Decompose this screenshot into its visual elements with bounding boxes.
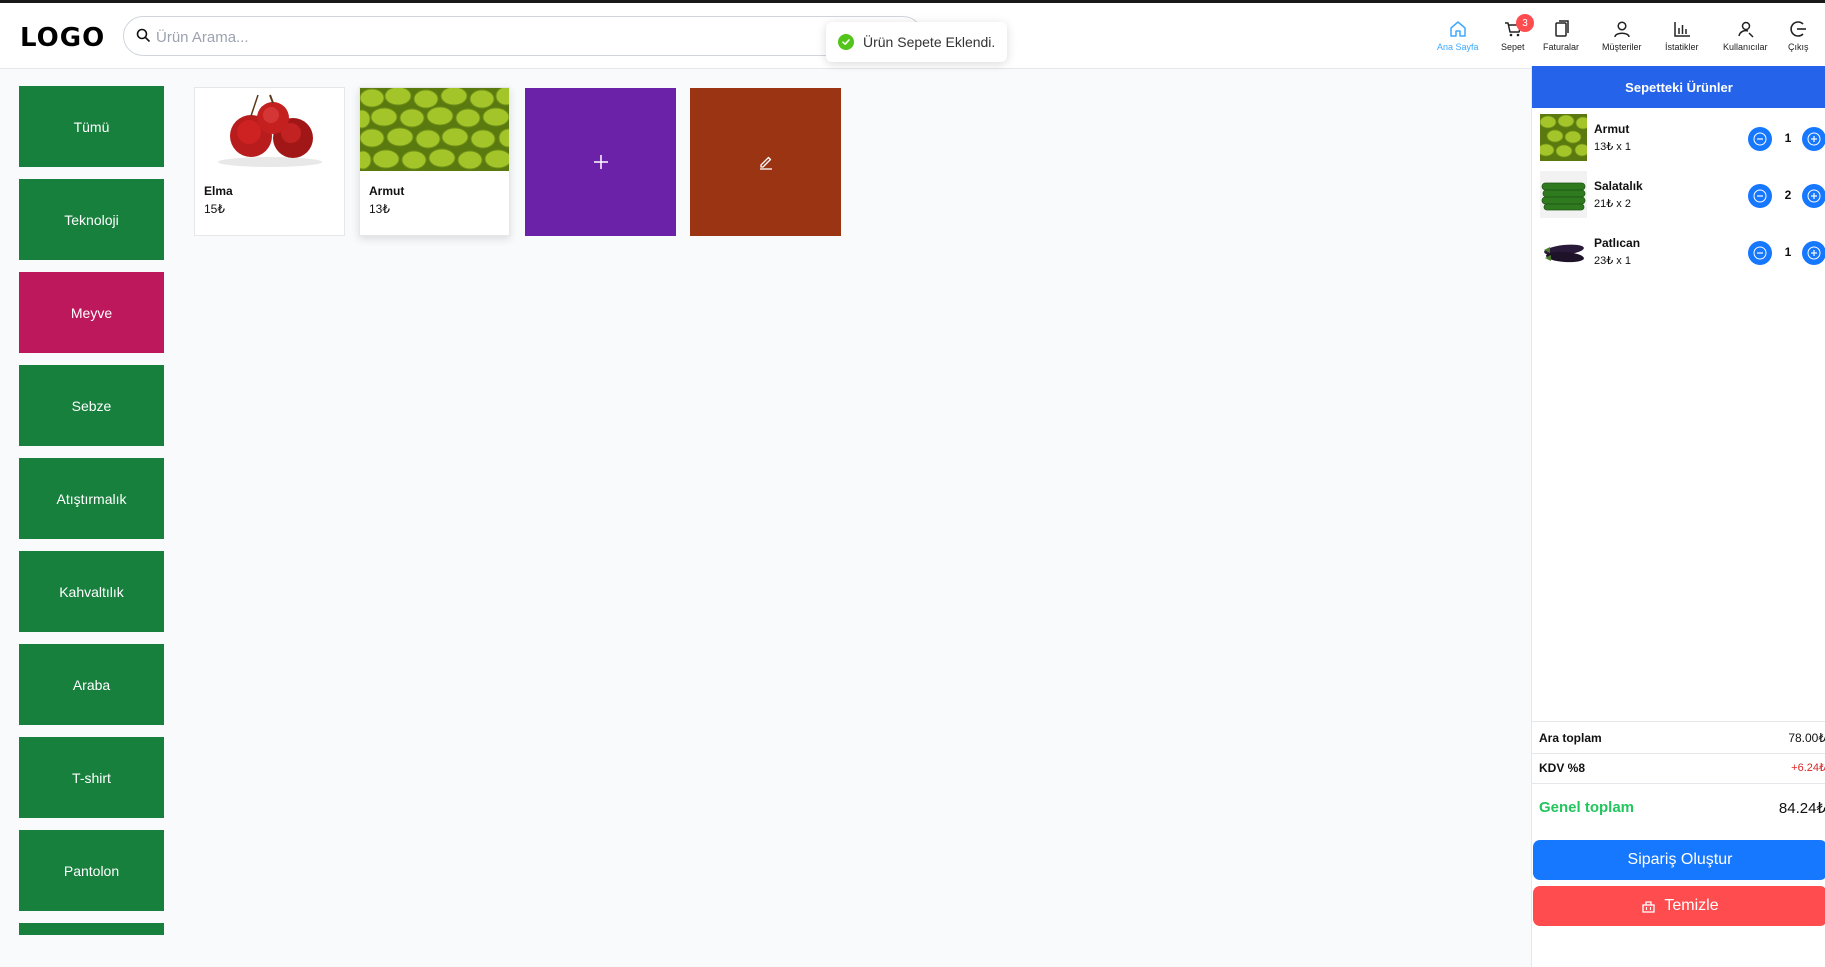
stats-icon <box>1674 22 1690 37</box>
grand-total-value: 84.24₺ <box>1778 800 1825 817</box>
nav-users[interactable]: Kullanıcılar <box>1723 19 1768 59</box>
subtotal-row: Ara toplam 78.00₺ <box>1532 723 1825 753</box>
minus-circle-icon <box>1753 189 1767 203</box>
nav-home-label: Ana Sayfa <box>1437 42 1479 52</box>
category-vegetable[interactable]: Sebze <box>19 365 164 446</box>
cart-item: Salatalık 21₺ x 2 2 <box>1532 171 1825 226</box>
product-price: 15₺ <box>204 202 225 216</box>
plus-circle-icon <box>1807 246 1821 260</box>
cart-item-image <box>1540 171 1587 218</box>
check-circle-icon <box>838 34 854 50</box>
nav-logout[interactable]: Çıkış <box>1788 19 1809 59</box>
cart-title: Sepetteki Ürünler <box>1532 66 1825 108</box>
cart-item-image <box>1540 228 1587 275</box>
search-input[interactable] <box>156 25 896 49</box>
user-icon <box>1614 21 1630 38</box>
app-window: LOGO Ürün Sepete Eklendi. Ana Sayfa 3 Se… <box>0 3 1825 967</box>
create-order-button[interactable]: Sipariş Oluştur <box>1533 840 1825 880</box>
clear-cart-label: Temizle <box>1664 897 1719 914</box>
nav-logout-label: Çıkış <box>1788 42 1809 52</box>
nav-invoices[interactable]: Faturalar <box>1543 19 1579 59</box>
nav-customers-label: Müşteriler <box>1602 42 1642 52</box>
plus-circle-icon <box>1807 132 1821 146</box>
nav-cart-label: Sepet <box>1501 42 1525 52</box>
grand-total-label: Genel toplam <box>1539 799 1635 816</box>
product-name: Armut <box>369 184 405 198</box>
cart-item-price: 23₺ x 1 <box>1594 255 1631 267</box>
edit-products-tile[interactable] <box>690 88 841 236</box>
plus-icon <box>593 155 608 169</box>
users-icon <box>1738 21 1754 38</box>
cart-item-name: Salatalık <box>1594 179 1643 193</box>
product-card[interactable]: Elma 15₺ <box>194 87 345 236</box>
category-pants[interactable]: Pantolon <box>19 830 164 911</box>
cart-item-name: Patlıcan <box>1594 236 1641 250</box>
category-list: Tümü Teknoloji Meyve Sebze Atıştırmalık … <box>19 86 164 947</box>
cart-item-name: Armut <box>1594 122 1630 136</box>
increase-qty-button[interactable] <box>1802 184 1825 208</box>
nav-cart[interactable]: 3 Sepet <box>1501 14 1534 59</box>
edit-icon <box>759 156 772 170</box>
nav-home[interactable]: Ana Sayfa <box>1437 19 1479 59</box>
nav-users-label: Kullanıcılar <box>1723 42 1768 52</box>
subtotal-value: 78.00₺ <box>1788 731 1825 745</box>
home-icon <box>1450 21 1466 37</box>
cart-item-price: 13₺ x 1 <box>1594 141 1631 153</box>
tax-row: KDV %8 +6.24₺ <box>1532 753 1825 783</box>
plus-circle-icon <box>1807 189 1821 203</box>
product-image-pears <box>360 88 509 171</box>
logout-icon <box>1790 21 1807 37</box>
cart-item-qty: 1 <box>1784 131 1792 145</box>
category-breakfast[interactable]: Kahvaltılık <box>19 551 164 632</box>
minus-circle-icon <box>1753 132 1767 146</box>
subtotal-label: Ara toplam <box>1539 731 1602 745</box>
category-technology[interactable]: Teknoloji <box>19 179 164 260</box>
product-card[interactable]: Armut 13₺ <box>359 87 510 236</box>
decrease-qty-button[interactable] <box>1748 241 1772 265</box>
grand-total-row: Genel toplam 84.24₺ <box>1532 793 1825 823</box>
cart-item-qty: 1 <box>1784 245 1792 259</box>
cart-item-price: 21₺ x 2 <box>1594 198 1631 210</box>
category-car[interactable]: Araba <box>19 644 164 725</box>
divider <box>1532 721 1825 722</box>
clear-cart-button[interactable]: Temizle <box>1533 886 1825 926</box>
product-price: 13₺ <box>369 202 390 216</box>
category-fruit[interactable]: Meyve <box>19 272 164 353</box>
category-more[interactable] <box>19 923 164 935</box>
decrease-qty-button[interactable] <box>1748 184 1772 208</box>
nav-customers[interactable]: Müşteriler <box>1602 19 1642 59</box>
nav-invoices-label: Faturalar <box>1543 42 1580 52</box>
divider <box>1532 783 1825 784</box>
tax-value: +6.24₺ <box>1791 762 1825 774</box>
cart-count-badge: 3 <box>1516 14 1534 32</box>
clear-icon <box>1642 900 1656 913</box>
search-bar <box>123 16 923 56</box>
product-name: Elma <box>204 184 233 198</box>
top-header: LOGO Ürün Sepete Eklendi. Ana Sayfa 3 Se… <box>0 3 1825 69</box>
increase-qty-button[interactable] <box>1802 241 1825 265</box>
category-all[interactable]: Tümü <box>19 86 164 167</box>
category-snacks[interactable]: Atıştırmalık <box>19 458 164 539</box>
cart-item: Armut 13₺ x 1 1 <box>1532 114 1825 169</box>
search-icon <box>136 28 150 47</box>
add-product-tile[interactable] <box>525 88 676 236</box>
cart-item-image <box>1540 114 1587 161</box>
cart-item: Patlıcan 23₺ x 1 1 <box>1532 228 1825 283</box>
category-tshirt[interactable]: T-shirt <box>19 737 164 818</box>
toast-message: Ürün Sepete Eklendi. <box>863 34 996 50</box>
nav-statistics[interactable]: İstatikler <box>1665 19 1699 59</box>
decrease-qty-button[interactable] <box>1748 127 1772 151</box>
increase-qty-button[interactable] <box>1802 127 1825 151</box>
minus-circle-icon <box>1753 246 1767 260</box>
success-toast: Ürün Sepete Eklendi. <box>826 22 1008 62</box>
product-image-apples <box>195 88 344 171</box>
nav-statistics-label: İstatikler <box>1665 42 1699 52</box>
invoice-icon <box>1555 20 1569 37</box>
cart-panel: Sepetteki Ürünler Armut 13₺ x 1 1 Salata… <box>1531 66 1825 967</box>
tax-label: KDV %8 <box>1539 761 1586 775</box>
cart-item-qty: 2 <box>1784 188 1792 202</box>
logo[interactable]: LOGO <box>20 23 105 53</box>
